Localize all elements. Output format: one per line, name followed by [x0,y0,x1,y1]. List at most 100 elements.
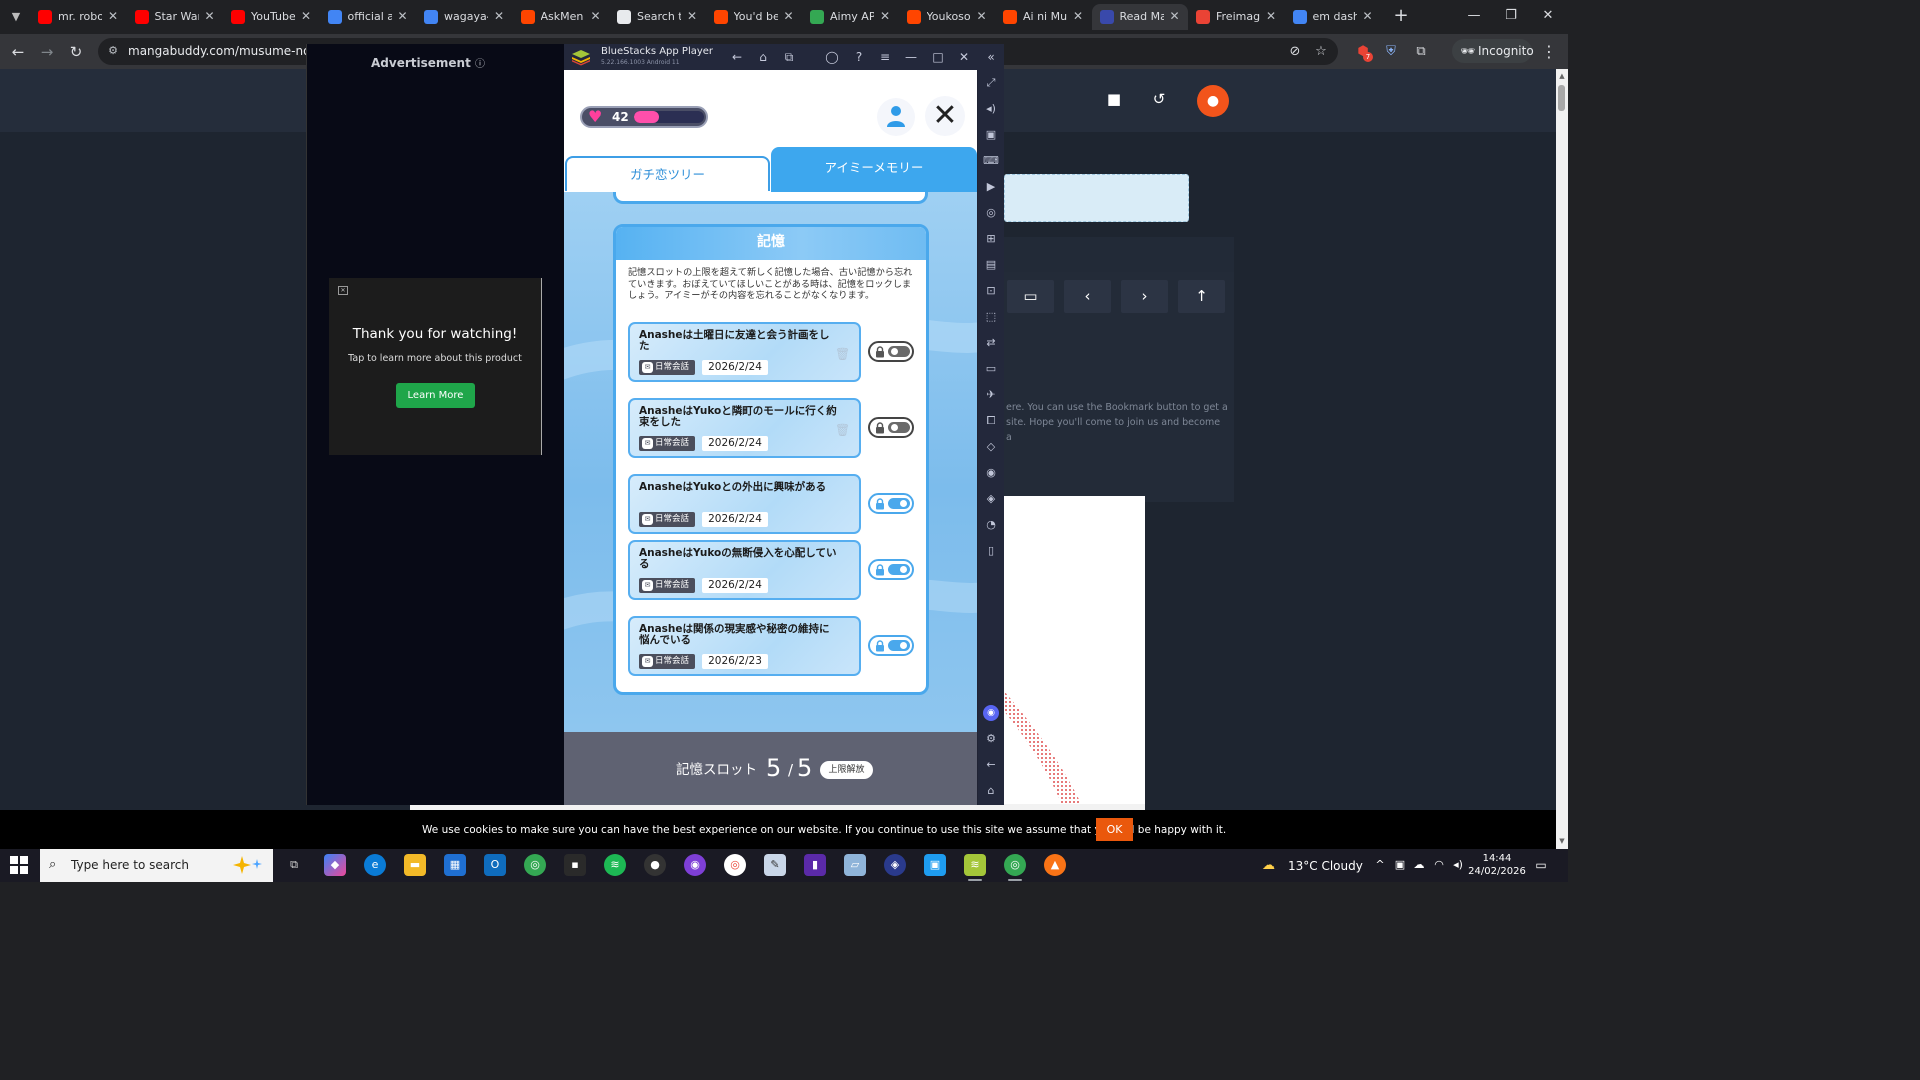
keyboard-icon[interactable]: ⌨ [982,152,1000,170]
onedrive-icon[interactable]: ☁ [1411,857,1427,873]
memory-lock-toggle[interactable] [868,635,914,656]
trash-icon[interactable]: 🗑 [835,422,850,438]
bs-help-icon[interactable]: ? [850,48,868,66]
unlock-limit-button[interactable]: 上限解放 [820,761,873,779]
resize-icon[interactable]: ⧠ [982,412,1000,430]
bs-maximize-icon[interactable]: □ [929,48,947,66]
gamepad-icon[interactable]: ⊞ [982,230,1000,248]
taskbar-search-box[interactable]: ⌕ Type here to search [40,849,273,882]
edge-app-icon[interactable]: e [364,854,386,876]
memory-item[interactable]: AnasheはYukoと隣町のモールに行く約束をした ✉ 日常会話 2026/2/24… [628,398,861,458]
bookmark-icon[interactable]: ■ [1102,87,1126,111]
volume-icon[interactable]: ◂) [982,100,1000,118]
tray-chevron-icon[interactable]: ^ [1372,857,1388,873]
volume-tray-icon[interactable]: ◂) [1450,857,1466,873]
outlook-app-icon[interactable]: O [484,854,506,876]
ad-close-icon[interactable]: ✕ [338,286,348,295]
back-button[interactable]: ← [8,42,28,62]
browser-tab[interactable]: Star Wars ✕ [127,4,223,30]
reload-button[interactable]: ↻ [66,42,86,62]
forward-button[interactable]: → [37,42,57,62]
taskbar-clock[interactable]: 14:44 24/02/2026 [1468,852,1526,878]
tab-close-icon[interactable]: ✕ [396,9,410,23]
minimize-button[interactable]: — [1460,6,1488,26]
tab-close-icon[interactable]: ✕ [106,9,120,23]
macro-icon[interactable]: ▶ [982,178,1000,196]
screenshot-icon[interactable]: ⊡ [982,282,1000,300]
comments-button[interactable]: ▭ [1007,280,1054,313]
browser-tab[interactable]: em dash ✕ [1285,4,1381,30]
weather-widget[interactable]: ☁ 13°C Cloudy [1262,857,1363,875]
memory-lock-toggle[interactable] [868,341,914,362]
scroll-down-icon[interactable]: ▼ [1558,837,1566,845]
extensions-puzzle-icon[interactable]: ⧉ [1412,43,1430,61]
browser-tab[interactable]: Search the ✕ [609,4,705,30]
chrome-app-icon[interactable]: ◎ [524,854,546,876]
airplane-icon[interactable]: ✈ [982,386,1000,404]
bs-account-icon[interactable]: ◯ [823,48,841,66]
notification-icon[interactable]: ▭ [1533,857,1549,873]
app-icon-tablet[interactable]: ▱ [844,854,866,876]
user-avatar[interactable]: ● [1197,85,1229,117]
spotify-app-icon[interactable]: ≋ [604,854,626,876]
android-back-icon[interactable]: ← [982,756,1000,774]
scrollbar-thumb[interactable] [1558,85,1565,111]
chrome-profile-icon[interactable]: ◎ [724,854,746,876]
browser-menu-icon[interactable]: ⋮ [1541,42,1557,62]
info-icon[interactable]: ⓘ [475,59,485,70]
next-chapter-button[interactable]: › [1121,280,1168,313]
tab-close-icon[interactable]: ✕ [299,9,313,23]
tab-close-icon[interactable]: ✕ [203,9,217,23]
bs-minimize-icon[interactable]: — [902,48,920,66]
bs-home-icon[interactable]: ⌂ [754,48,772,66]
trash-icon[interactable]: 🗑 [835,346,850,362]
browser-tab[interactable]: wagaya4 ✕ [416,4,512,30]
previous-chapter-button[interactable]: ‹ [1064,280,1111,313]
tab-close-icon[interactable]: ✕ [1071,9,1085,23]
profile-button[interactable] [877,98,915,136]
scroll-top-button[interactable]: ↑ [1178,280,1225,313]
heart-meter[interactable]: ♥ 42 [580,106,708,128]
wifi-icon[interactable]: ◠ [1431,857,1447,873]
tab-close-icon[interactable]: ✕ [589,9,603,23]
media-icon[interactable]: ▣ [982,126,1000,144]
bs-back-icon[interactable]: ← [728,48,746,66]
tab-close-icon[interactable]: ✕ [878,9,892,23]
erase-icon[interactable]: ◇ [982,438,1000,456]
memory-item[interactable]: AnasheはYukoとの外出に興味がある ✉ 日常会話 2026/2/24 [628,474,861,534]
scroll-up-icon[interactable]: ▲ [1558,72,1566,80]
tray-app-icon[interactable]: ▣ [1392,857,1408,873]
android-home-icon[interactable]: ⌂ [982,782,1000,800]
browser-tab[interactable]: Freimag ✕ [1188,4,1284,30]
bs-collapse-sidebar-icon[interactable]: « [982,48,1000,66]
ad-box[interactable]: ✕ Thank you for watching! Tap to learn m… [329,278,542,455]
browser-tab[interactable]: Read Ma ✕ [1091,4,1188,30]
bookmark-star-icon[interactable]: ☆ [1312,43,1330,61]
browser-tab[interactable]: Youkoso ✕ [899,4,995,30]
app-icon-feather[interactable]: ✎ [764,854,786,876]
close-button[interactable]: ✕ [925,96,965,136]
incognito-indicator[interactable]: 🕶 Incognito [1452,39,1534,63]
tab-aimy-memory[interactable]: アイミーメモリー [771,147,977,192]
location-icon[interactable]: ◉ [982,464,1000,482]
memory-item[interactable]: Anasheは関係の現実感や秘密の維持に悩んでいる ✉ 日常会話 2026/2/23 [628,616,861,676]
bluestacks-taskbar-icon[interactable]: ≋ [964,854,986,876]
site-info-icon[interactable]: ⚙ [106,44,120,58]
memory-item[interactable]: AnasheはYukoの無断侵入を心配している ✉ 日常会話 2026/2/24 [628,540,861,600]
bs-multi-instance-icon[interactable]: ⧉ [780,48,798,66]
apk-icon[interactable]: ▤ [982,256,1000,274]
tracking-eye-slash-icon[interactable]: ⊘ [1286,43,1304,61]
page-scrollbar[interactable]: ▲ ▼ [1556,69,1568,849]
memory-item[interactable]: Anasheは土曜日に友達と会う計画をした ✉ 日常会話 2026/2/24 🗑 [628,322,861,382]
app-icon-orange[interactable]: ▲ [1044,854,1066,876]
tab-close-icon[interactable]: ✕ [1264,9,1278,23]
settings-gear-icon[interactable]: ⚙ [982,730,1000,748]
discord-icon[interactable]: ◉ [983,705,999,721]
ad-learn-more-button[interactable]: Learn More [396,383,475,408]
tab-close-icon[interactable]: ✕ [1168,9,1182,23]
side-panel-icon[interactable]: ▯ [982,542,1000,560]
tab-close-icon[interactable]: ✕ [492,9,506,23]
restore-button[interactable]: ❐ [1497,6,1525,26]
browser-tab[interactable]: Ai ni Mu ✕ [995,4,1091,30]
browser-tab[interactable]: YouTube ✕ [223,4,319,30]
